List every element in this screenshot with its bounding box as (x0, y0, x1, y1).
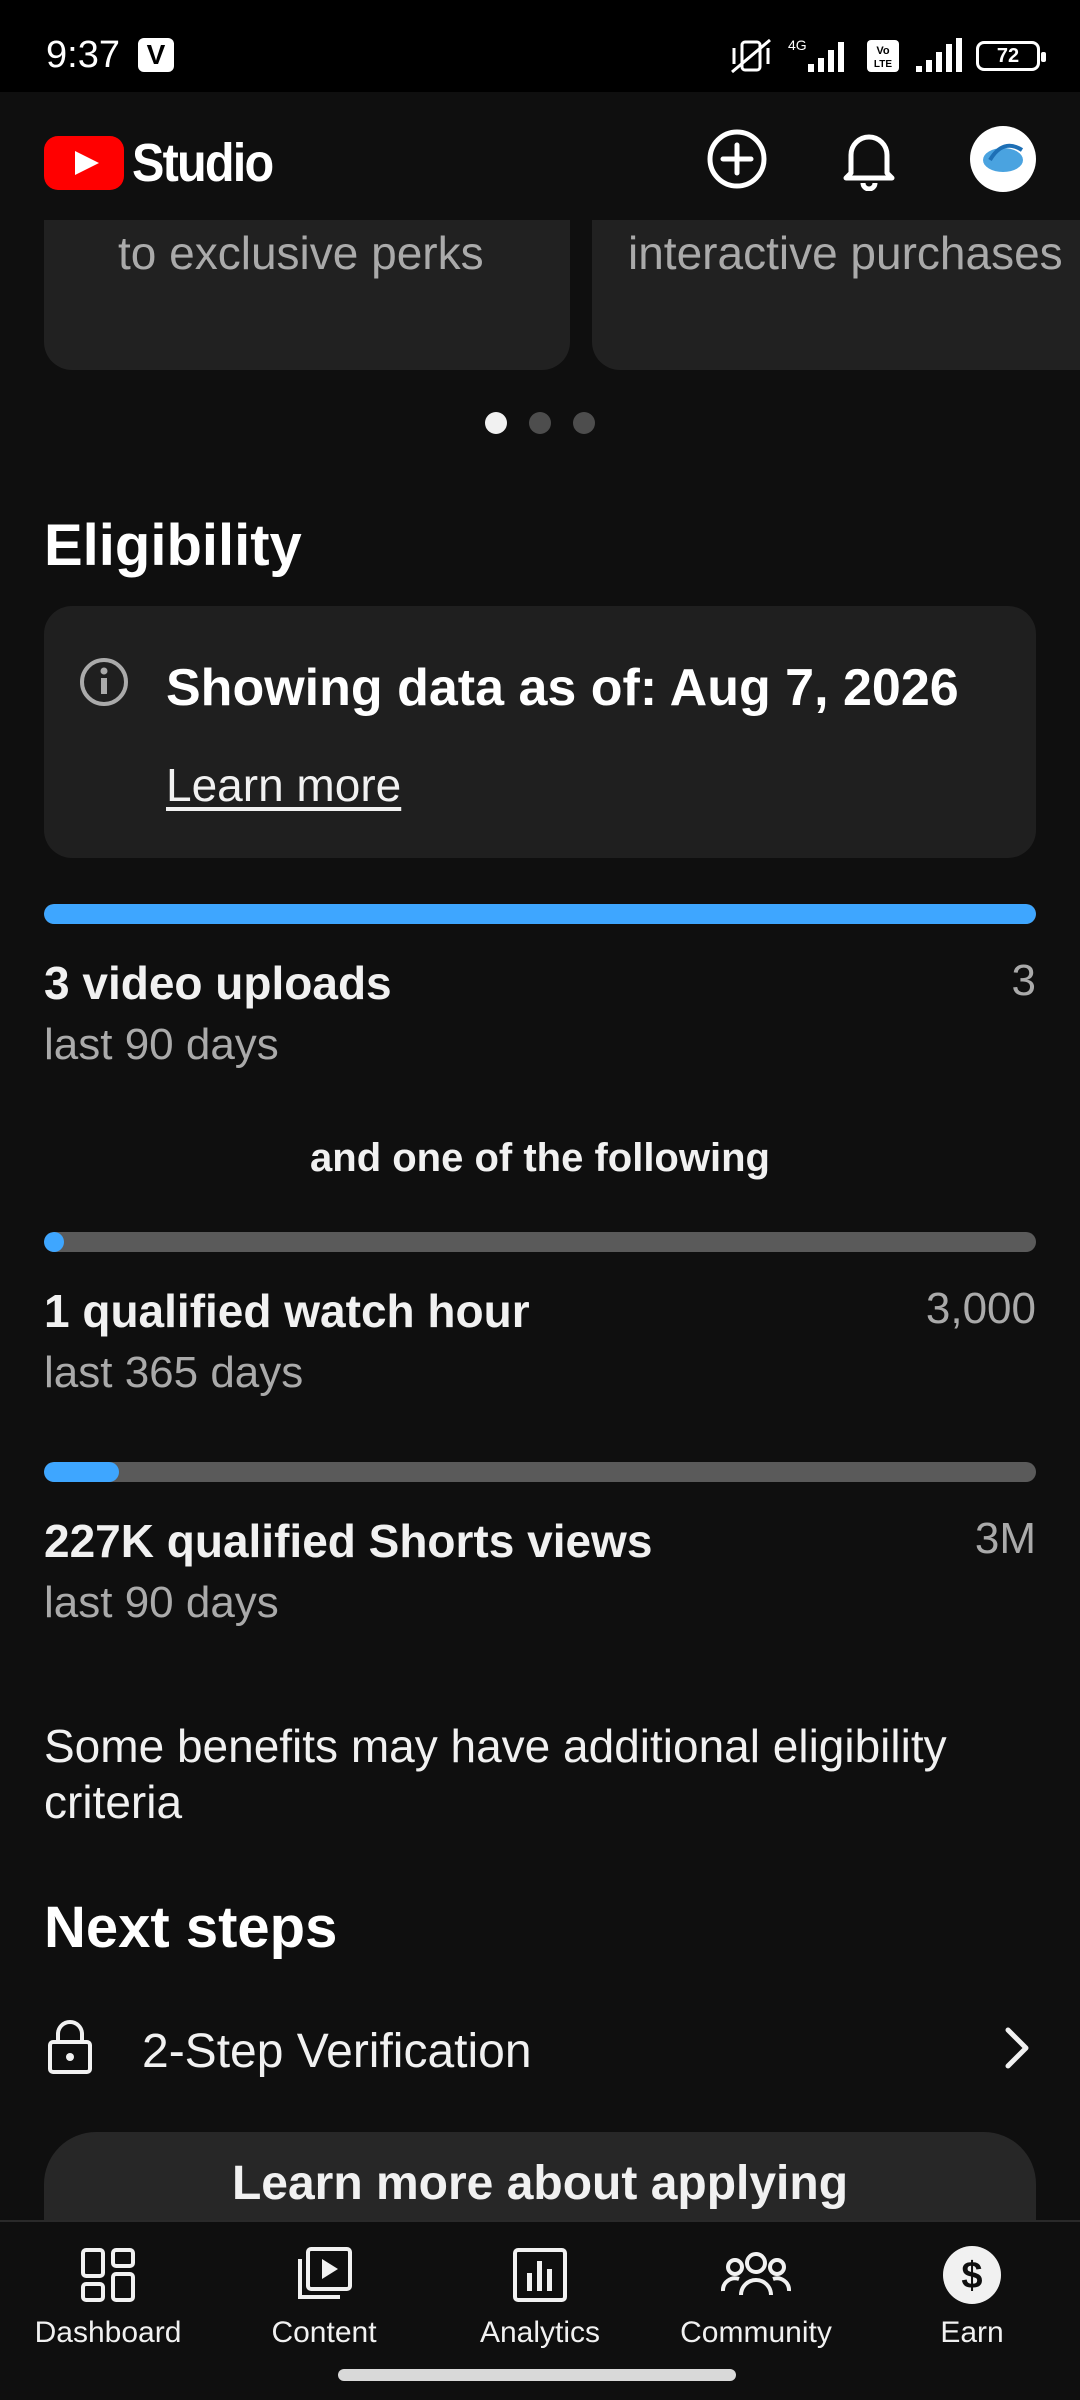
benefit-card-text: interactive purchases (628, 227, 1063, 279)
dashboard-icon (81, 2248, 135, 2302)
svg-text:$: $ (961, 2255, 982, 2297)
nav-dashboard-label: Dashboard (34, 2316, 182, 2349)
home-indicator[interactable] (338, 2369, 736, 2381)
svg-text:LTE: LTE (874, 59, 892, 70)
uploads-requirement-title: 3 video uploads (44, 957, 392, 1009)
benefit-card[interactable]: to exclusive perks (44, 220, 570, 370)
nav-analytics[interactable]: Analytics (432, 2240, 648, 2360)
carousel-dot[interactable] (529, 412, 551, 434)
svg-text:4G: 4G (788, 37, 807, 53)
nav-community[interactable]: Community (648, 2240, 864, 2360)
carousel-pagination (0, 412, 1080, 434)
create-button[interactable] (704, 126, 770, 192)
two-step-verification-label: 2-Step Verification (142, 2025, 532, 2078)
benefit-card-text: to exclusive perks (118, 227, 484, 279)
shorts-views-requirement-target: 3M (974, 1514, 1036, 1563)
app-notification-badge: V (138, 38, 174, 72)
studio-logo[interactable]: Studio (44, 132, 288, 194)
watch-hours-requirement-title: 1 qualified watch hour (44, 1285, 530, 1337)
uploads-requirement-target: 3 (1011, 956, 1036, 1005)
battery-indicator: 72 (976, 41, 1046, 71)
volte-icon: Vo LTE (867, 40, 899, 72)
status-time: 9:37 (46, 34, 120, 76)
watch-hours-progress-bar (44, 1232, 1036, 1252)
shorts-views-progress-fill (44, 1462, 120, 1482)
bell-icon (843, 134, 895, 191)
nav-analytics-label: Analytics (479, 2316, 601, 2349)
watch-hours-requirement-target: 3,000 (925, 1284, 1036, 1333)
nav-content-label: Content (271, 2316, 377, 2349)
youtube-play-icon (44, 136, 124, 190)
earn-icon: $ (943, 2246, 1001, 2304)
shorts-views-progress-bar (44, 1462, 1036, 1482)
add-circle-icon (707, 129, 767, 189)
uploads-progress-fill (44, 904, 1036, 924)
requirements-separator: and one of the following (310, 1136, 770, 1180)
status-bar: 9:37 V 4G Vo LTE 72 (0, 0, 1080, 92)
watch-hours-requirement-period: last 365 days (44, 1348, 304, 1397)
vibrate-off-icon (731, 38, 771, 74)
data-date-title: Showing data as of: Aug 7, 2026 (166, 659, 959, 717)
svg-text:Vo: Vo (876, 45, 890, 57)
notifications-button[interactable] (836, 126, 902, 192)
app-bar: Studio (0, 92, 1080, 224)
signal-4g-icon: 4G (788, 37, 844, 72)
carousel-dot[interactable] (485, 412, 507, 434)
lock-icon (48, 2020, 92, 2074)
next-steps-heading: Next steps (44, 1895, 338, 1960)
carousel-dot[interactable] (573, 412, 595, 434)
status-icons: 4G Vo LTE 72 (728, 36, 1046, 76)
eligibility-heading: Eligibility (44, 513, 302, 578)
community-icon (721, 2252, 791, 2296)
benefit-card[interactable]: interactive purchases (592, 220, 1080, 370)
avatar[interactable] (970, 126, 1036, 192)
app-title: Studio (132, 133, 274, 193)
signal-icon (916, 38, 962, 72)
watch-hours-progress-fill (44, 1232, 64, 1252)
learn-more-link[interactable]: Learn more (166, 758, 401, 812)
shorts-views-requirement-period: last 90 days (44, 1578, 279, 1627)
info-icon (80, 658, 128, 706)
uploads-requirement-period: last 90 days (44, 1020, 279, 1069)
nav-earn[interactable]: $ Earn (864, 2240, 1080, 2360)
uploads-progress-bar (44, 904, 1036, 924)
content-icon (298, 2247, 352, 2299)
two-step-verification-row[interactable]: 2-Step Verification (0, 2000, 1080, 2100)
data-date-info-box: Showing data as of: Aug 7, 2026 Learn mo… (44, 606, 1036, 858)
eligibility-note: Some benefits may have additional eligib… (44, 1720, 947, 1828)
chevron-right-icon (1005, 2027, 1029, 2069)
shorts-views-requirement-title: 227K qualified Shorts views (44, 1515, 653, 1567)
nav-content[interactable]: Content (216, 2240, 432, 2360)
nav-community-label: Community (680, 2316, 832, 2349)
nav-dashboard[interactable]: Dashboard (0, 2240, 216, 2360)
channel-avatar-icon (983, 143, 1024, 172)
analytics-icon (513, 2248, 567, 2302)
nav-earn-label: Earn (940, 2316, 1004, 2349)
